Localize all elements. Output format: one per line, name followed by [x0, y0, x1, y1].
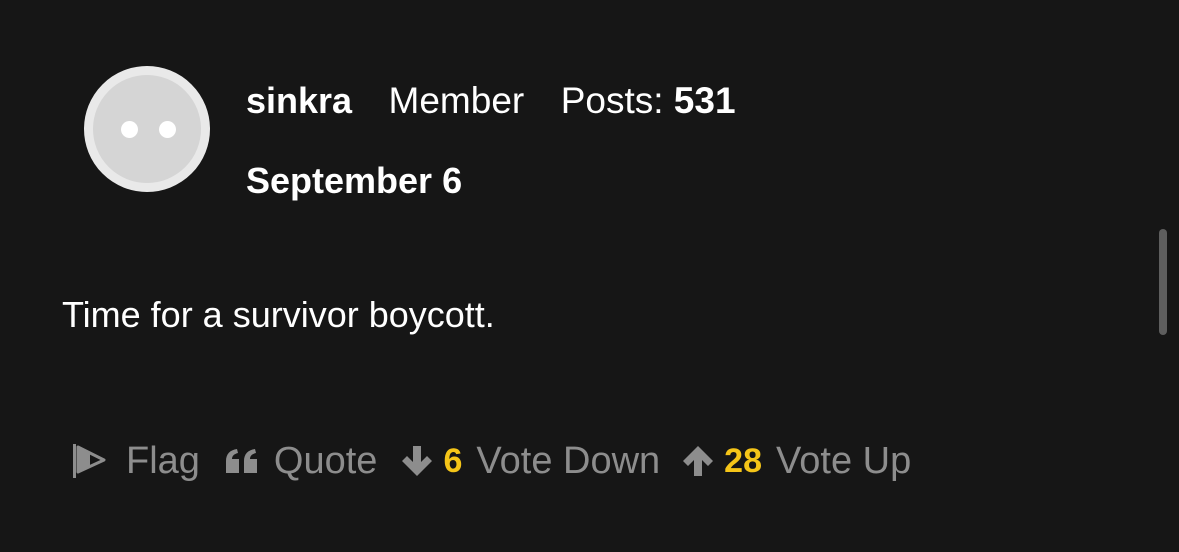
flag-label: Flag	[126, 439, 200, 482]
quote-label: Quote	[273, 439, 378, 482]
vote-up-count: 28	[724, 441, 762, 480]
post-body: Time for a survivor boycott.	[62, 294, 495, 335]
posts-count: 531	[673, 80, 736, 121]
arrow-down-icon	[399, 443, 435, 479]
vote-down-count: 6	[443, 441, 463, 480]
post-actions: Flag Quote 6 Vote Down 28 Vote Up	[70, 436, 911, 486]
flag-button[interactable]: Flag	[70, 440, 200, 483]
quote-icon	[224, 447, 260, 475]
vote-down-label: Vote Down	[476, 439, 661, 482]
arrow-up-icon	[680, 443, 716, 479]
quote-button[interactable]: Quote	[224, 439, 378, 483]
author-username[interactable]: sinkra	[246, 80, 352, 122]
flag-icon	[70, 441, 108, 481]
avatar-eye-right	[159, 121, 176, 138]
vote-up-button[interactable]: 28 Vote Up	[680, 440, 911, 483]
vote-up-label: Vote Up	[776, 439, 912, 482]
scrollbar[interactable]	[1159, 229, 1167, 335]
posts-label: Posts:	[560, 80, 664, 121]
comment-post: sinkra Member Posts: 531 September 6 Tim…	[0, 0, 1179, 552]
avatar-eye-left	[121, 121, 138, 138]
author-post-count: Posts: 531	[561, 80, 736, 122]
post-date[interactable]: September 6	[246, 160, 462, 202]
author-meta: sinkra Member Posts: 531	[246, 80, 736, 122]
avatar[interactable]	[84, 66, 210, 192]
vote-down-button[interactable]: 6 Vote Down	[399, 440, 660, 483]
author-role: Member	[388, 80, 525, 121]
